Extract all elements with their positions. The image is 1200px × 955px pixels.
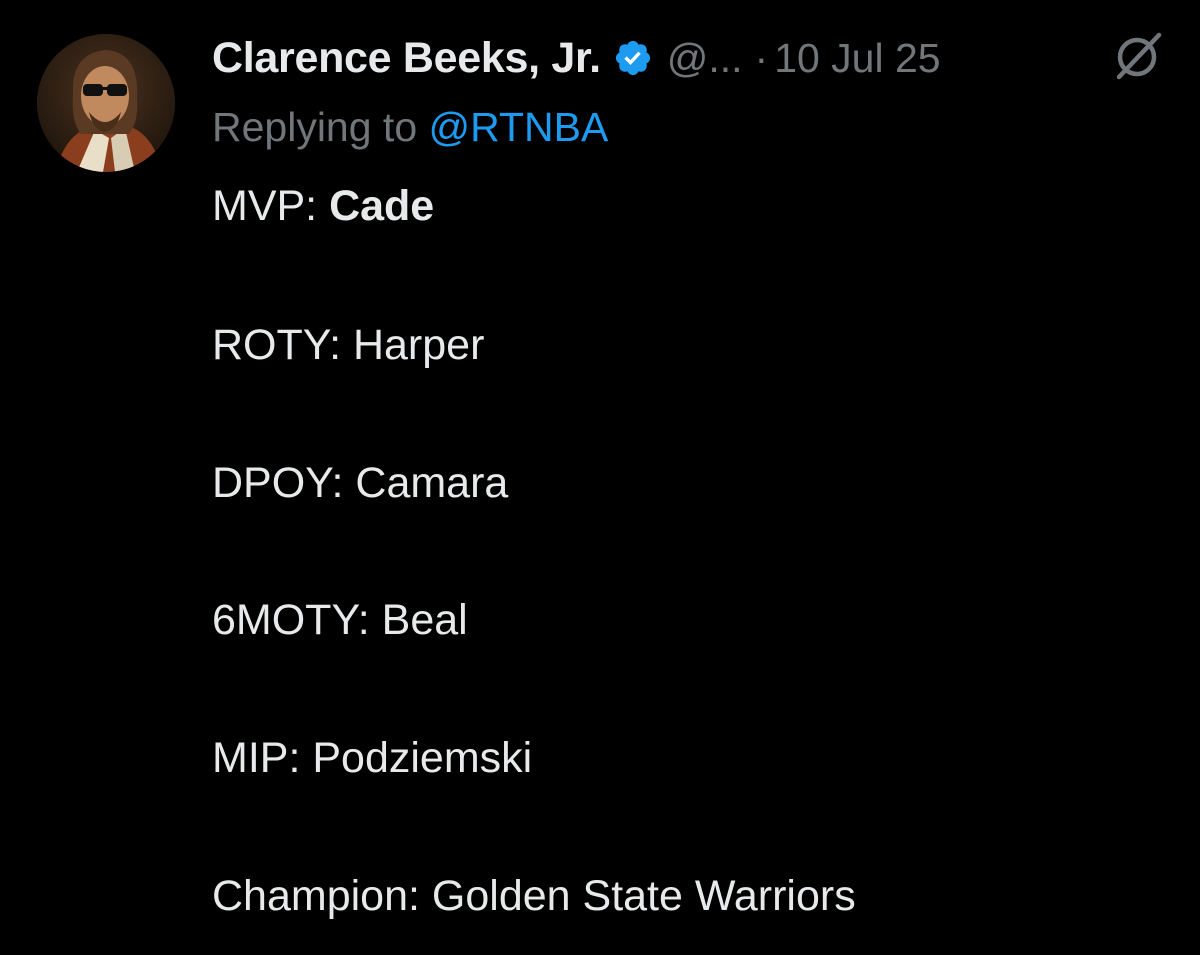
tweet-timestamp[interactable]: 10 Jul 25 bbox=[774, 35, 940, 82]
grok-icon[interactable] bbox=[1110, 27, 1166, 83]
line-value: Harper bbox=[352, 321, 485, 369]
author-handle[interactable]: @... bbox=[667, 35, 743, 82]
line-label: 6MOTY: bbox=[212, 596, 382, 644]
line-label: ROTY: bbox=[212, 321, 353, 369]
replying-to-line: Replying to @RTNBA bbox=[212, 104, 608, 151]
tweet-line-dpoy: DPOY: Camara bbox=[212, 455, 508, 511]
avatar[interactable] bbox=[37, 34, 175, 172]
line-label: MIP: bbox=[212, 734, 313, 782]
line-label: MVP: bbox=[212, 182, 330, 230]
separator-dot: · bbox=[754, 34, 769, 81]
verified-badge-icon bbox=[613, 38, 653, 78]
replying-to-label: Replying to bbox=[212, 104, 429, 150]
tweet-line-roty: ROTY: Harper bbox=[212, 317, 484, 373]
line-label: DPOY: bbox=[212, 459, 356, 507]
line-value: Podziemski bbox=[312, 734, 533, 782]
tweet-line-mip: MIP: Podziemski bbox=[212, 730, 532, 786]
line-value: Beal bbox=[381, 596, 468, 644]
line-value: Golden State Warriors bbox=[431, 872, 856, 920]
tweet-header: Clarence Beeks, Jr. @... · 10 Jul 25 bbox=[212, 30, 1182, 86]
tweet-line-mvp: MVP: Cade bbox=[212, 178, 434, 234]
line-value: Cade bbox=[329, 182, 435, 230]
author-display-name[interactable]: Clarence Beeks, Jr. bbox=[212, 34, 601, 83]
tweet-line-6moty: 6MOTY: Beal bbox=[212, 592, 468, 648]
line-label: Champion: bbox=[212, 872, 432, 920]
replying-to-mention[interactable]: @RTNBA bbox=[429, 104, 609, 150]
tweet-line-champion: Champion: Golden State Warriors bbox=[212, 868, 856, 924]
line-value: Camara bbox=[355, 459, 509, 507]
